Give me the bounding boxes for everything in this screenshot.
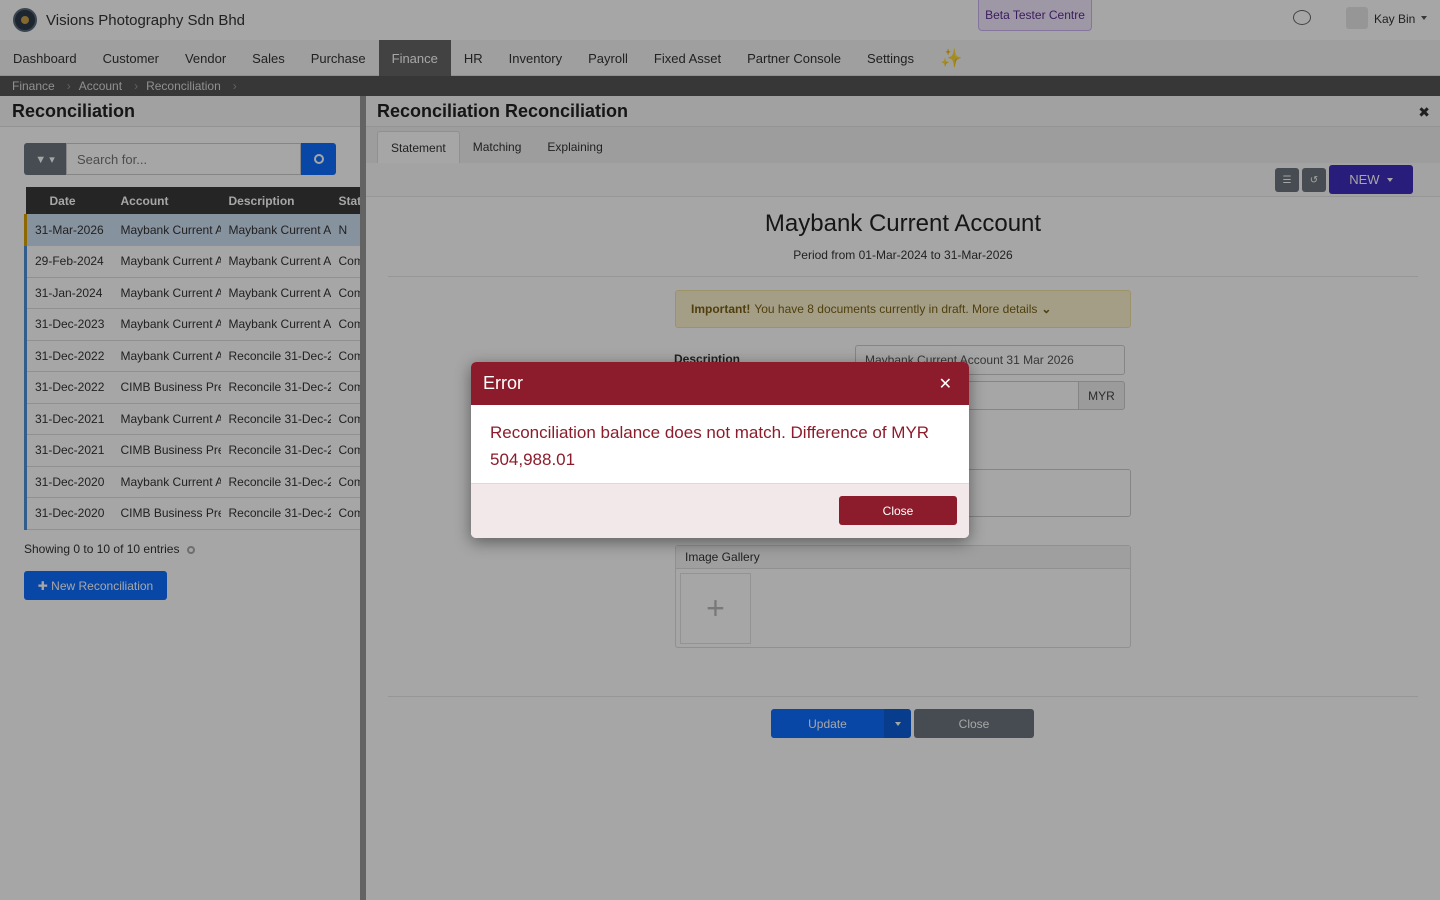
dialog-footer: Close (471, 484, 969, 538)
error-message: Reconciliation balance does not match. D… (471, 405, 969, 484)
close-icon[interactable]: ✕ (939, 374, 952, 394)
dialog-header: Error ✕ (471, 362, 969, 405)
dialog-close-button[interactable]: Close (839, 496, 957, 525)
error-dialog: Error ✕ Reconciliation balance does not … (471, 362, 969, 538)
dialog-title: Error (483, 373, 523, 393)
